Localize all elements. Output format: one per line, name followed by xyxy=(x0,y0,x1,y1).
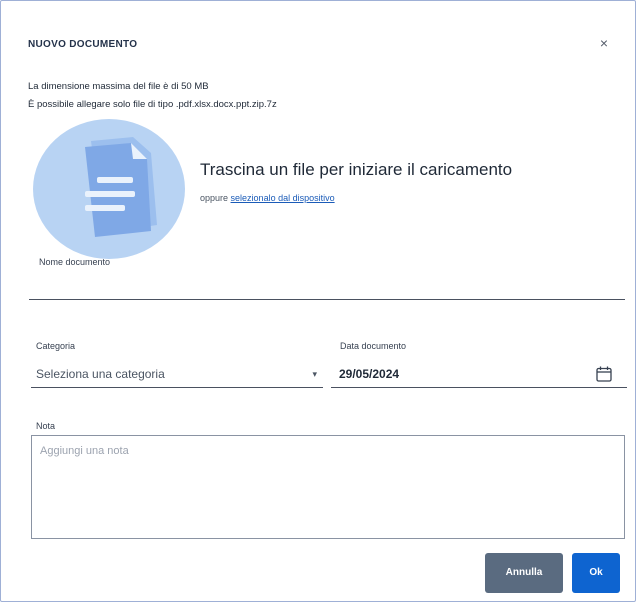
calendar-icon[interactable] xyxy=(595,365,613,383)
document-name-label: Nome documento xyxy=(39,257,111,267)
new-document-dialog: NUOVO DOCUMENTO × La dimensione massima … xyxy=(0,0,636,602)
date-label: Data documento xyxy=(340,341,407,351)
close-icon[interactable]: × xyxy=(595,34,613,52)
max-size-info: La dimensione massima del file è di 50 M… xyxy=(28,81,209,92)
ok-button[interactable]: Ok xyxy=(572,553,620,593)
cancel-button[interactable]: Annulla xyxy=(485,553,563,593)
document-name-input[interactable] xyxy=(29,299,625,300)
dropzone-subtitle: oppure selezionalo dal dispositivo xyxy=(200,193,335,203)
dialog-title: NUOVO DOCUMENTO xyxy=(28,39,138,50)
dropzone-title: Trascina un file per iniziare il caricam… xyxy=(200,160,513,179)
date-value: 29/05/2024 xyxy=(339,367,400,381)
category-value: Seleziona una categoria xyxy=(36,367,165,381)
document-icon xyxy=(33,119,185,259)
note-placeholder: Aggiungi una nota xyxy=(40,445,129,457)
allowed-types-info: È possibile allegare solo file di tipo .… xyxy=(28,99,277,110)
date-input[interactable]: 29/05/2024 xyxy=(331,363,627,388)
note-label: Nota xyxy=(36,421,56,431)
select-from-device-link[interactable]: selezionalo dal dispositivo xyxy=(231,193,335,203)
note-textarea[interactable]: Aggiungi una nota xyxy=(31,435,625,539)
chevron-down-icon: ▾ xyxy=(312,369,317,379)
or-text: oppure xyxy=(200,193,229,203)
category-select[interactable]: Seleziona una categoria ▾ xyxy=(31,363,323,388)
category-label: Categoria xyxy=(36,341,76,351)
